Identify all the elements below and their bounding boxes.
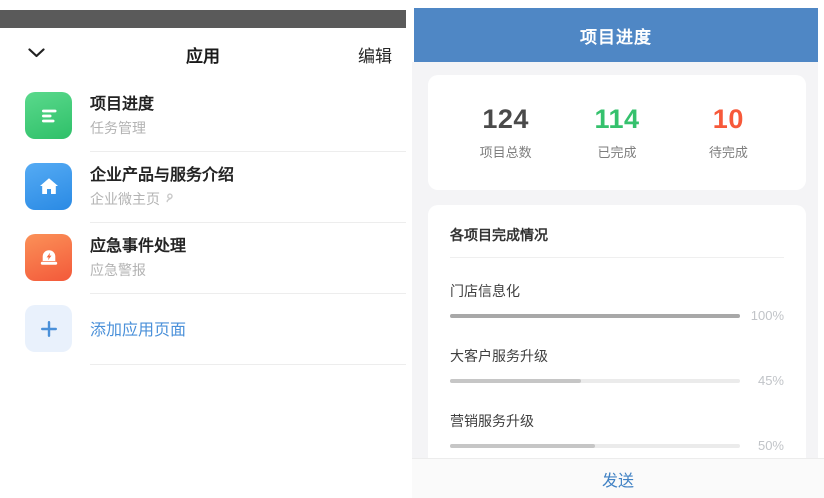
add-app-page-button[interactable]: 添加应用页面 xyxy=(0,293,406,364)
app-row-text: 应急事件处理 应急警报 xyxy=(90,222,406,294)
stat-value: 10 xyxy=(713,104,744,134)
progress-fill xyxy=(450,314,740,318)
project-completion-card: 各项目完成情况 门店信息化 100% 大客户服务升级 45% xyxy=(428,205,806,458)
app-subtitle: 应急警报 xyxy=(90,261,394,279)
app-subtitle: 企业微主页 xyxy=(90,190,394,208)
progress-percent: 50% xyxy=(740,438,784,453)
stat-label: 待完成 xyxy=(709,142,748,161)
stat-pending: 10 待完成 xyxy=(673,104,784,161)
plus-icon xyxy=(25,305,72,352)
stat-label: 项目总数 xyxy=(480,142,532,161)
home-icon xyxy=(25,163,72,210)
app-sheet-panel: 应用 编辑 项目进度 任务管理 xyxy=(0,0,410,498)
project-progress-preview-panel: 项目进度 124 项目总数 114 已完成 10 待完成 各项目完成情况 门店信… xyxy=(412,0,824,498)
app-title: 项目进度 xyxy=(90,94,394,115)
sheet-header: 应用 编辑 xyxy=(0,28,406,80)
send-bar: 发送 xyxy=(412,458,824,498)
progress-line: 50% xyxy=(450,438,784,453)
sheet-title: 应用 xyxy=(0,42,406,67)
progress-fill xyxy=(450,379,581,383)
progress-row: 大客户服务升级 45% xyxy=(450,347,784,388)
dimmed-background-bar xyxy=(0,10,406,28)
app-subtitle: 任务管理 xyxy=(90,119,394,137)
progress-label: 大客户服务升级 xyxy=(450,347,784,365)
app-row-project-progress[interactable]: 项目进度 任务管理 xyxy=(0,80,406,151)
preview-title: 项目进度 xyxy=(580,23,652,48)
stat-total-projects: 124 项目总数 xyxy=(450,104,561,161)
edit-button[interactable]: 编辑 xyxy=(358,42,392,67)
app-row-company-intro[interactable]: 企业产品与服务介绍 企业微主页 xyxy=(0,151,406,222)
chevron-down-icon xyxy=(28,45,45,63)
add-row-text: 添加应用页面 xyxy=(90,293,406,365)
stat-completed: 114 已完成 xyxy=(561,104,672,161)
progress-line: 100% xyxy=(450,308,784,323)
progress-track xyxy=(450,314,740,318)
progress-track xyxy=(450,379,740,383)
stat-value: 114 xyxy=(594,104,639,134)
progress-row: 营销服务升级 50% xyxy=(450,412,784,453)
app-title: 应急事件处理 xyxy=(90,236,394,257)
progress-percent: 100% xyxy=(740,308,784,323)
app-title: 企业产品与服务介绍 xyxy=(90,165,394,186)
progress-label: 门店信息化 xyxy=(450,282,784,300)
preview-header: 项目进度 xyxy=(414,8,818,62)
app-bottom-sheet: 应用 编辑 项目进度 任务管理 xyxy=(0,28,406,498)
app-row-text: 企业产品与服务介绍 企业微主页 xyxy=(90,151,406,223)
progress-percent: 45% xyxy=(740,373,784,388)
progress-fill xyxy=(450,444,595,448)
send-button[interactable]: 发送 xyxy=(602,467,634,491)
app-row-emergency[interactable]: 应急事件处理 应急警报 xyxy=(0,222,406,293)
app-row-text: 项目进度 任务管理 xyxy=(90,80,406,152)
progress-label: 营销服务升级 xyxy=(450,412,784,430)
progress-line: 45% xyxy=(450,373,784,388)
section-title: 各项目完成情况 xyxy=(450,225,784,245)
alarm-icon xyxy=(25,234,72,281)
progress-row: 门店信息化 100% xyxy=(450,282,784,323)
add-app-page-label: 添加应用页面 xyxy=(90,316,394,340)
preview-body: 124 项目总数 114 已完成 10 待完成 各项目完成情况 门店信息化 xyxy=(412,62,818,458)
app-list: 项目进度 任务管理 企业产品与服务介绍 企业微主页 xyxy=(0,80,406,364)
task-list-icon xyxy=(25,92,72,139)
link-icon xyxy=(164,190,177,208)
progress-track xyxy=(450,444,740,448)
stat-value: 124 xyxy=(482,104,529,134)
stat-label: 已完成 xyxy=(597,142,636,161)
section-divider xyxy=(450,257,784,258)
collapse-sheet-button[interactable] xyxy=(28,45,52,63)
summary-stats-card: 124 项目总数 114 已完成 10 待完成 xyxy=(428,75,806,190)
